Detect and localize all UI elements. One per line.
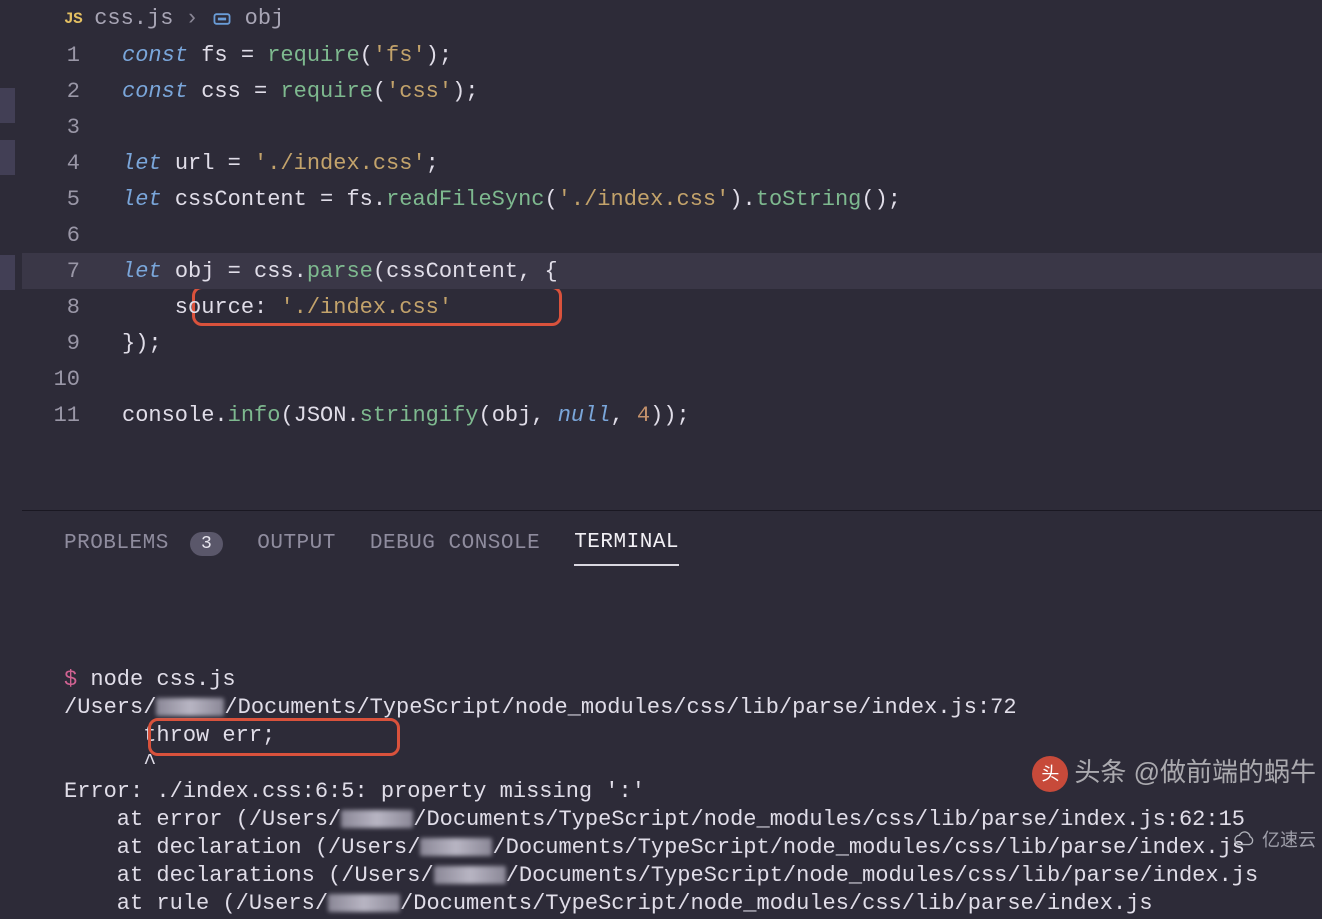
editor[interactable]: JS css.js › obj 1const fs = require('fs'… [22,0,1322,510]
line-number: 10 [22,367,122,392]
gutter-mark [0,140,15,175]
code-area[interactable]: 1const fs = require('fs');2const css = r… [22,37,1322,433]
code-line[interactable]: 1const fs = require('fs'); [22,37,1322,73]
watermark: 头头条 @做前端的蜗牛 [1032,752,1316,792]
code-line[interactable]: 5let cssContent = fs.readFileSync('./ind… [22,181,1322,217]
bottom-panel: PROBLEMS 3 OUTPUT DEBUG CONSOLE TERMINAL… [22,510,1322,856]
line-number: 2 [22,79,122,104]
line-number: 8 [22,295,122,320]
breadcrumb-file[interactable]: css.js [94,6,173,31]
code-line[interactable]: 3 [22,109,1322,145]
problems-badge: 3 [190,532,223,556]
code-line[interactable]: 10 [22,361,1322,397]
breadcrumb[interactable]: JS css.js › obj [22,0,1322,37]
terminal-output[interactable]: $ node css.js/Users//Documents/TypeScrip… [22,566,1322,918]
line-number: 11 [22,403,122,428]
code-line[interactable]: 8 source: './index.css' [22,289,1322,325]
line-number: 9 [22,331,122,356]
code-content[interactable]: let cssContent = fs.readFileSync('./inde… [122,187,901,212]
tab-debug-console[interactable]: DEBUG CONSOLE [370,532,540,565]
code-content[interactable]: }); [122,331,162,356]
line-number: 6 [22,223,122,248]
code-content[interactable]: const fs = require('fs'); [122,43,452,68]
tab-terminal[interactable]: TERMINAL [574,531,679,566]
line-number: 5 [22,187,122,212]
code-line[interactable]: 11console.info(JSON.stringify(obj, null,… [22,397,1322,433]
minimap-gutter [0,0,22,510]
code-content[interactable]: let url = './index.css'; [122,151,439,176]
panel-tabs: PROBLEMS 3 OUTPUT DEBUG CONSOLE TERMINAL [22,531,1322,566]
code-content[interactable]: const css = require('css'); [122,79,478,104]
line-number: 7 [22,259,122,284]
symbol-variable-icon [211,8,233,30]
code-line[interactable]: 7let obj = css.parse(cssContent, { [22,253,1322,289]
chevron-right-icon: › [185,6,198,31]
gutter-mark [0,88,15,123]
avatar-icon: 头 [1032,756,1068,792]
code-line[interactable]: 2const css = require('css'); [22,73,1322,109]
code-content[interactable]: console.info(JSON.stringify(obj, null, 4… [122,403,690,428]
site-watermark: 亿速云 [1234,826,1316,852]
tab-output[interactable]: OUTPUT [257,532,336,565]
code-content[interactable]: source: './index.css' [122,295,452,320]
breadcrumb-symbol[interactable]: obj [245,6,285,31]
code-content[interactable]: let obj = css.parse(cssContent, { [122,259,558,284]
line-number: 1 [22,43,122,68]
code-line[interactable]: 4let url = './index.css'; [22,145,1322,181]
line-number: 3 [22,115,122,140]
gutter-mark [0,255,15,290]
code-line[interactable]: 6 [22,217,1322,253]
line-number: 4 [22,151,122,176]
cloud-icon [1234,828,1256,850]
code-line[interactable]: 9}); [22,325,1322,361]
js-file-icon: JS [64,10,82,28]
tab-problems[interactable]: PROBLEMS 3 [64,532,223,565]
